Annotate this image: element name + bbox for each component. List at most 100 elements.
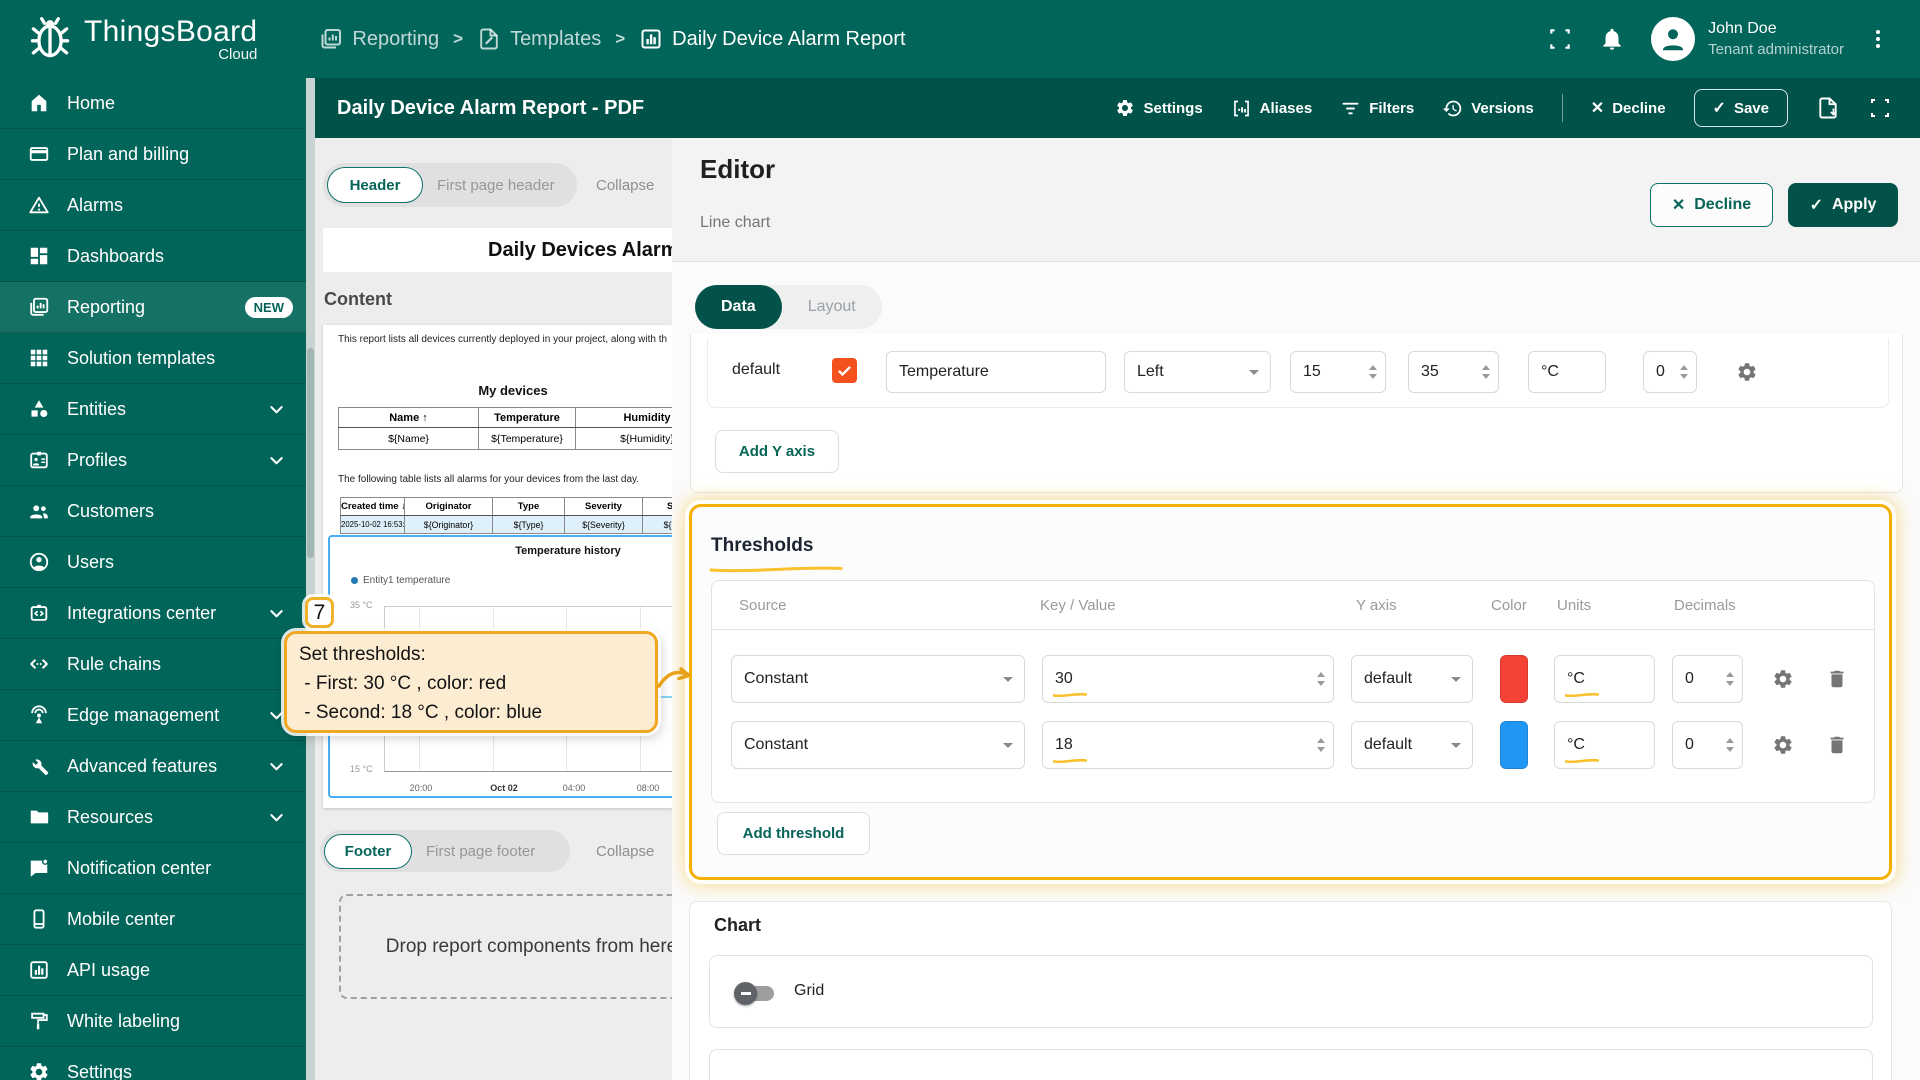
integration-icon xyxy=(28,602,50,624)
settings-button[interactable]: Settings xyxy=(1115,98,1203,118)
tab-data[interactable]: Data xyxy=(695,285,782,329)
chevron-down-icon[interactable] xyxy=(267,706,286,725)
chevron-down-icon[interactable] xyxy=(267,451,286,470)
home-icon xyxy=(28,92,50,114)
y-axis-units-field[interactable]: °C xyxy=(1528,351,1606,393)
versions-label: Versions xyxy=(1471,99,1534,117)
sidebar-item-resources[interactable]: Resources xyxy=(0,792,306,843)
sidebar-item-plan-and-billing[interactable]: Plan and billing xyxy=(0,129,306,180)
y-axis-min-stepper[interactable]: 15 xyxy=(1290,351,1386,393)
decline-button-editor[interactable]: ✕ Decline xyxy=(1650,183,1773,227)
save-button[interactable]: ✓ Save xyxy=(1693,89,1788,127)
add-threshold-button[interactable]: Add threshold xyxy=(717,812,870,855)
threshold-units-field[interactable]: °C xyxy=(1554,655,1655,703)
stepper-arrows-icon[interactable] xyxy=(1482,365,1490,379)
sidebar-item-dashboards[interactable]: Dashboards xyxy=(0,231,306,282)
tab-footer[interactable]: Footer xyxy=(324,833,412,869)
sidebar-item-mobile-center[interactable]: Mobile center xyxy=(0,894,306,945)
sidebar-item-customers[interactable]: Customers xyxy=(0,486,306,537)
sidebar-item-advanced-features[interactable]: Advanced features xyxy=(0,741,306,792)
y-axis-position-select[interactable]: Left xyxy=(1124,351,1271,393)
collapse-footer-button[interactable]: Collapse xyxy=(596,843,654,860)
tab-layout[interactable]: Layout xyxy=(782,298,882,316)
x-tick: 20:00 xyxy=(409,783,433,793)
threshold-settings-gear-icon[interactable] xyxy=(1772,734,1794,756)
chevron-right-icon: > xyxy=(453,29,464,48)
chevron-down-icon[interactable] xyxy=(267,604,286,623)
apply-button[interactable]: ✓ Apply xyxy=(1788,183,1898,227)
sidebar-item-edge-management[interactable]: Edge management xyxy=(0,690,306,741)
sidebar-item-white-labeling[interactable]: White labeling xyxy=(0,996,306,1047)
chevron-down-icon[interactable] xyxy=(267,757,286,776)
threshold-units-field[interactable]: °C xyxy=(1554,721,1655,769)
y-axis-key-field[interactable]: Temperature xyxy=(886,351,1106,393)
tab-first-page-header[interactable]: First page header xyxy=(437,177,555,194)
threshold-yaxis-select[interactable]: default xyxy=(1351,721,1473,769)
sidebar-item-profiles[interactable]: Profiles xyxy=(0,435,306,486)
grid-toggle-off[interactable] xyxy=(734,982,774,1005)
versions-button[interactable]: Versions xyxy=(1442,98,1534,119)
threshold-value-stepper[interactable]: 18 xyxy=(1042,721,1334,769)
sidebar-item-solution-templates[interactable]: Solution templates xyxy=(0,333,306,384)
y-axis-max-stepper[interactable]: 35 xyxy=(1408,351,1499,393)
fullscreen-icon[interactable] xyxy=(1547,26,1573,52)
decline-button-toolbar[interactable]: ✕ Decline xyxy=(1591,98,1666,118)
scrollbar-thumb[interactable] xyxy=(307,348,314,558)
threshold-delete-trash-icon[interactable] xyxy=(1826,668,1848,690)
report-header-block[interactable]: Daily Devices Alarm Re xyxy=(323,228,672,272)
sidebar-item-alarms[interactable]: Alarms xyxy=(0,180,306,231)
report-page[interactable]: This report lists all devices currently … xyxy=(323,325,672,808)
sidebar-item-notification-center[interactable]: Notification center xyxy=(0,843,306,894)
sidebar-scrollbar[interactable] xyxy=(306,78,315,1080)
sidebar-item-api-usage[interactable]: API usage xyxy=(0,945,306,996)
breadcrumb-label: Daily Device Alarm Report xyxy=(672,27,906,50)
sidebar-item-label: Alarms xyxy=(67,194,124,215)
threshold-source-select[interactable]: Constant xyxy=(731,721,1025,769)
aliases-button[interactable]: Aliases xyxy=(1231,98,1312,119)
thingsboard-logo[interactable]: ThingsBoard Cloud xyxy=(26,15,257,63)
stepper-arrows-icon[interactable] xyxy=(1317,672,1325,686)
sidebar-item-home[interactable]: Home xyxy=(0,78,306,129)
filters-button[interactable]: Filters xyxy=(1340,98,1414,119)
threshold-color-swatch-red[interactable] xyxy=(1500,655,1528,703)
collapse-header-button[interactable]: Collapse xyxy=(596,177,654,194)
sidebar-item-rule-chains[interactable]: Rule chains xyxy=(0,639,306,690)
threshold-decimals-stepper[interactable]: 0 xyxy=(1672,655,1743,703)
stepper-arrows-icon[interactable] xyxy=(1369,365,1377,379)
threshold-decimals-stepper[interactable]: 0 xyxy=(1672,721,1743,769)
fullscreen-editor-icon[interactable] xyxy=(1868,96,1892,120)
sidebar-item-reporting[interactable]: Reporting NEW xyxy=(0,282,306,333)
tab-first-page-footer[interactable]: First page footer xyxy=(426,843,535,860)
stepper-arrows-icon[interactable] xyxy=(1726,672,1734,686)
sidebar-item-integrations-center[interactable]: Integrations center xyxy=(0,588,306,639)
sidebar-item-settings[interactable]: Settings xyxy=(0,1047,306,1080)
threshold-value-stepper[interactable]: 30 xyxy=(1042,655,1334,703)
user-menu[interactable]: John Doe Tenant administrator xyxy=(1651,17,1844,61)
threshold-color-swatch-blue[interactable] xyxy=(1500,721,1528,769)
chevron-down-icon[interactable] xyxy=(267,808,286,827)
legend-dot-icon xyxy=(351,577,358,584)
breadcrumb-current[interactable]: Daily Device Alarm Report xyxy=(639,27,906,51)
tab-header[interactable]: Header xyxy=(327,167,423,203)
breadcrumb-templates[interactable]: Templates xyxy=(477,27,601,51)
y-axis-enabled-checkbox[interactable] xyxy=(832,358,857,383)
chevron-down-icon[interactable] xyxy=(267,400,286,419)
y-axis-settings-gear-icon[interactable] xyxy=(1736,361,1758,383)
kebab-menu-icon[interactable] xyxy=(1870,24,1886,54)
threshold-settings-gear-icon[interactable] xyxy=(1772,668,1794,690)
y-axis-decimals-stepper[interactable]: 0 xyxy=(1643,351,1697,393)
threshold-source-select[interactable]: Constant xyxy=(731,655,1025,703)
notifications-bell-icon[interactable] xyxy=(1599,26,1625,52)
export-report-icon[interactable] xyxy=(1816,96,1840,120)
sidebar-item-entities[interactable]: Entities xyxy=(0,384,306,435)
stepper-arrows-icon[interactable] xyxy=(1726,738,1734,752)
stepper-arrows-icon[interactable] xyxy=(1317,738,1325,752)
sidebar-item-users[interactable]: Users xyxy=(0,537,306,588)
line-chart-widget-selected[interactable]: Temperature history Entity1 temperature … xyxy=(328,535,672,798)
threshold-delete-trash-icon[interactable] xyxy=(1826,734,1848,756)
threshold-yaxis-select[interactable]: default xyxy=(1351,655,1473,703)
stepper-arrows-icon[interactable] xyxy=(1680,365,1688,379)
add-y-axis-button[interactable]: Add Y axis xyxy=(715,430,839,473)
report-dropzone[interactable]: Drop report components from here xyxy=(339,894,672,999)
breadcrumb-reporting[interactable]: Reporting xyxy=(319,27,439,51)
